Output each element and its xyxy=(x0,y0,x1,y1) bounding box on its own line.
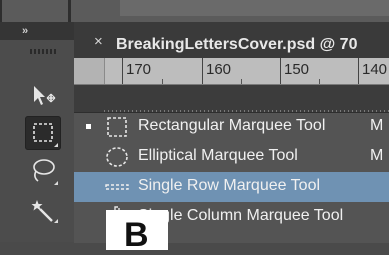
collapse-panel-icon[interactable]: » xyxy=(22,25,28,37)
ruler-tick xyxy=(358,58,359,84)
lasso-tool-button[interactable] xyxy=(25,154,61,188)
rectangular-marquee-icon xyxy=(107,117,127,137)
document-tab[interactable]: × BreakingLettersCover.psd @ 70 xyxy=(74,22,389,58)
horizontal-ruler[interactable]: 170 160 150 140 xyxy=(74,58,389,85)
canvas-letter-artwork: B xyxy=(106,210,168,254)
options-bar-fragment xyxy=(120,0,389,16)
window-top-strip xyxy=(0,0,389,22)
ruler-minor-tick xyxy=(241,79,242,84)
menu-item-elliptical-marquee[interactable]: Elliptical Marquee Tool M xyxy=(74,142,389,172)
more-tools-indicator xyxy=(54,219,58,223)
tools-panel: » xyxy=(0,22,74,242)
single-row-marquee-icon xyxy=(105,184,129,190)
menu-item-shortcut: M xyxy=(370,117,384,134)
elliptical-marquee-icon xyxy=(106,147,128,167)
divider xyxy=(68,0,71,22)
artwork-letter: B xyxy=(124,216,149,254)
tools-panel-header: » xyxy=(0,22,74,40)
menu-item-rectangular-marquee[interactable]: Rectangular Marquee Tool M xyxy=(74,112,389,142)
more-tools-indicator xyxy=(54,143,58,147)
menu-item-label: Single Column Marquee Tool xyxy=(138,207,344,224)
more-tools-indicator xyxy=(54,181,58,185)
ruler-minor-tick xyxy=(162,79,163,84)
ruler-corner[interactable] xyxy=(74,58,105,84)
menu-item-label: Rectangular Marquee Tool xyxy=(138,117,326,134)
ruler-tick xyxy=(202,58,203,84)
ruler-tick xyxy=(122,58,123,84)
move-icon xyxy=(34,86,56,105)
menu-item-single-row-marquee[interactable]: Single Row Marquee Tool xyxy=(74,172,389,202)
menu-item-shortcut: M xyxy=(370,147,384,164)
checked-indicator xyxy=(86,124,91,129)
magic-wand-tool-button[interactable] xyxy=(25,192,61,226)
divider xyxy=(0,0,2,22)
menu-item-label: Elliptical Marquee Tool xyxy=(138,147,298,164)
close-tab-icon[interactable]: × xyxy=(94,34,103,49)
marquee-tool-button[interactable] xyxy=(25,116,61,150)
ruler-label: 170 xyxy=(126,61,152,78)
ruler-label: 160 xyxy=(206,61,232,78)
ruler-tick xyxy=(280,58,281,84)
move-tool-button[interactable] xyxy=(25,78,61,112)
document-title: BreakingLettersCover.psd @ 70 xyxy=(116,36,358,53)
ruler-minor-tick xyxy=(319,79,320,84)
panel-grip[interactable] xyxy=(30,49,58,54)
menu-item-label: Single Row Marquee Tool xyxy=(138,177,321,194)
ruler-label: 140 xyxy=(362,61,388,78)
ruler-label: 150 xyxy=(284,61,310,78)
